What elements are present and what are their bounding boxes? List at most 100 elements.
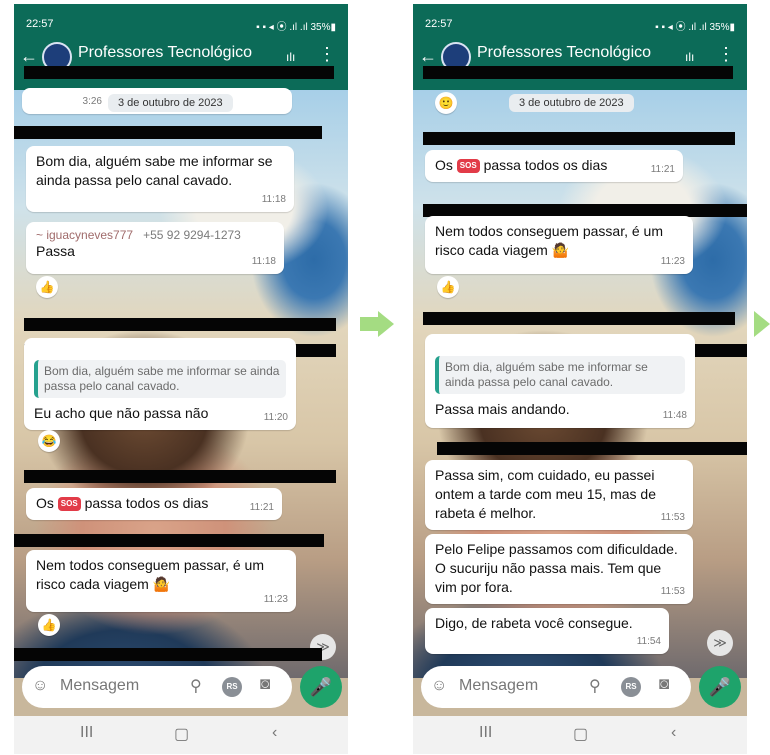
reaction-badge[interactable]: 👍 bbox=[38, 614, 60, 636]
reaction-badge[interactable]: 👍 bbox=[36, 276, 58, 298]
date-chip: 3 de outubro de 2023 bbox=[509, 94, 634, 112]
redaction-bar bbox=[14, 534, 324, 547]
phone-screenshot-before: 22:57 ▪ ▪ ◂ ⦿ .ıl .ıl 35%▮ ← Professores… bbox=[14, 4, 348, 754]
reaction-badge[interactable]: 👍 bbox=[437, 276, 459, 298]
audio-wave-icon[interactable]: ılı bbox=[685, 50, 694, 64]
transition-arrow-icon bbox=[378, 311, 394, 337]
status-time: 22:57 bbox=[425, 18, 453, 30]
message-bubble[interactable]: Os SOS passa todos os dias 11:21 bbox=[26, 488, 282, 520]
nav-back-icon[interactable]: ‹ bbox=[671, 724, 676, 742]
redaction-bar bbox=[437, 442, 747, 455]
system-nav-bar: III ▢ ‹ bbox=[413, 716, 747, 754]
home-icon[interactable]: ▢ bbox=[573, 724, 588, 744]
message-bubble[interactable]: Bom dia, alguém sabe me informar se aind… bbox=[425, 334, 695, 428]
redaction-bar bbox=[423, 312, 735, 325]
message-text-end: passa todos os dias bbox=[84, 495, 209, 511]
microphone-button[interactable]: 🎤 bbox=[699, 666, 741, 708]
status-time: 22:57 bbox=[26, 18, 54, 30]
next-arrow-icon bbox=[754, 311, 770, 337]
redaction-bar bbox=[14, 648, 322, 661]
message-text: Passa bbox=[36, 243, 75, 259]
phone-screenshot-after: 22:57 ▪ ▪ ◂ ⦿ .ıl .ıl 35%▮ ← Professores… bbox=[413, 4, 747, 754]
redaction-bar bbox=[14, 126, 322, 139]
camera-icon[interactable]: ◙ bbox=[260, 674, 270, 694]
attach-clip-icon[interactable]: ⚲ bbox=[190, 676, 202, 696]
quoted-message[interactable]: Bom dia, alguém sabe me informar se aind… bbox=[435, 356, 685, 394]
message-input[interactable]: Mensagem bbox=[60, 677, 139, 695]
nav-back-icon[interactable]: ‹ bbox=[272, 724, 277, 742]
message-bubble[interactable]: Digo, de rabeta você consegue. 11:54 bbox=[425, 608, 669, 654]
message-bubble[interactable]: Os SOS passa todos os dias 11:21 bbox=[425, 150, 683, 182]
message-input-bar[interactable]: ☺ Mensagem ⚲ RS ◙ bbox=[421, 666, 691, 708]
message-time: 11:21 bbox=[249, 502, 274, 513]
sos-emoji-icon: SOS bbox=[57, 497, 81, 512]
message-text-start: Os bbox=[36, 495, 54, 511]
message-time: 11:54 bbox=[636, 636, 661, 647]
quoted-message[interactable]: Bom dia, alguém sabe me informar se aind… bbox=[34, 360, 286, 398]
more-options-icon[interactable]: ⋮ bbox=[318, 44, 336, 65]
reaction-badge[interactable]: 😂 bbox=[38, 430, 60, 452]
message-time: 11:53 bbox=[660, 586, 685, 597]
message-text: Passa sim, com cuidado, eu passei ontem … bbox=[435, 467, 656, 521]
chat-header: ← Professores Tecnológico ılı ⋮ bbox=[413, 40, 747, 90]
message-time: 11:18 bbox=[261, 194, 286, 205]
message-time: 11:23 bbox=[660, 256, 685, 267]
home-icon[interactable]: ▢ bbox=[174, 724, 189, 744]
message-time: 11:53 bbox=[660, 512, 685, 523]
message-bubble[interactable]: Bom dia, alguém sabe me informar se aind… bbox=[24, 338, 296, 430]
message-bubble[interactable]: Nem todos conseguem passar, é um risco c… bbox=[26, 550, 296, 612]
chat-header: ← Professores Tecnológico ılı ⋮ bbox=[14, 40, 348, 90]
redaction-bar bbox=[423, 132, 735, 145]
message-bubble[interactable]: Bom dia, alguém sabe me informar se aind… bbox=[26, 146, 294, 212]
message-text: Eu acho que não passa não bbox=[34, 405, 209, 421]
message-bubble[interactable]: Passa sim, com cuidado, eu passei ontem … bbox=[425, 460, 693, 530]
message-text: Nem todos conseguem passar, é um risco c… bbox=[435, 223, 664, 258]
message-text: Bom dia, alguém sabe me informar se aind… bbox=[36, 153, 273, 188]
chat-title[interactable]: Professores Tecnológico bbox=[477, 44, 651, 62]
emoji-icon[interactable]: ☺ bbox=[431, 677, 447, 695]
transition-arrow-stem bbox=[360, 317, 380, 331]
message-text: Pelo Felipe passamos com dificuldade. O … bbox=[435, 541, 678, 595]
back-arrow-icon[interactable]: ← bbox=[419, 46, 437, 67]
reaction-badge[interactable]: 🙂 bbox=[435, 92, 457, 114]
message-input-bar[interactable]: ☺ Mensagem ⚲ RS ◙ bbox=[22, 666, 292, 708]
redaction-bar bbox=[24, 318, 336, 331]
payment-rs-icon[interactable]: RS bbox=[222, 677, 242, 697]
recents-icon[interactable]: III bbox=[479, 724, 492, 742]
message-time: 3:26 bbox=[82, 96, 102, 107]
message-time: 11:23 bbox=[263, 594, 288, 605]
message-bubble[interactable]: ~ iguacyneves777 +55 92 9294-1273 Passa 1… bbox=[26, 222, 284, 274]
message-time: 11:20 bbox=[263, 412, 288, 423]
message-text-end: passa todos os dias bbox=[483, 157, 608, 173]
camera-icon[interactable]: ◙ bbox=[659, 674, 669, 694]
attach-clip-icon[interactable]: ⚲ bbox=[589, 676, 601, 696]
microphone-button[interactable]: 🎤 bbox=[300, 666, 342, 708]
message-time: 11:48 bbox=[662, 410, 687, 421]
scroll-down-button[interactable]: ≫ bbox=[707, 630, 733, 656]
message-text-start: Os bbox=[435, 157, 453, 173]
back-arrow-icon[interactable]: ← bbox=[20, 46, 38, 67]
chat-title[interactable]: Professores Tecnológico bbox=[78, 44, 252, 62]
more-options-icon[interactable]: ⋮ bbox=[717, 44, 735, 65]
message-sender[interactable]: ~ iguacyneves777 +55 92 9294-1273 bbox=[36, 228, 274, 242]
message-text: Passa mais andando. bbox=[435, 401, 570, 417]
message-text: Digo, de rabeta você consegue. bbox=[435, 615, 633, 631]
status-icons: ▪ ▪ ◂ ⦿ .ıl .ıl 35%▮ bbox=[256, 22, 336, 33]
message-bubble[interactable]: Nem todos conseguem passar, é um risco c… bbox=[425, 216, 693, 274]
date-chip: 3 de outubro de 2023 bbox=[108, 94, 233, 112]
message-time: 11:18 bbox=[251, 256, 276, 267]
audio-wave-icon[interactable]: ılı bbox=[286, 50, 295, 64]
status-bar: 22:57 ▪ ▪ ◂ ⦿ .ıl .ıl 35%▮ bbox=[14, 4, 348, 40]
payment-rs-icon[interactable]: RS bbox=[621, 677, 641, 697]
sos-emoji-icon: SOS bbox=[456, 159, 480, 174]
message-time: 11:21 bbox=[650, 164, 675, 175]
message-input[interactable]: Mensagem bbox=[459, 677, 538, 695]
redaction-bar bbox=[24, 66, 334, 79]
status-bar: 22:57 ▪ ▪ ◂ ⦿ .ıl .ıl 35%▮ bbox=[413, 4, 747, 40]
message-bubble[interactable]: Pelo Felipe passamos com dificuldade. O … bbox=[425, 534, 693, 604]
emoji-icon[interactable]: ☺ bbox=[32, 677, 48, 695]
message-text: Nem todos conseguem passar, é um risco c… bbox=[36, 557, 265, 592]
status-icons: ▪ ▪ ◂ ⦿ .ıl .ıl 35%▮ bbox=[655, 22, 735, 33]
redaction-bar bbox=[24, 470, 336, 483]
recents-icon[interactable]: III bbox=[80, 724, 93, 742]
